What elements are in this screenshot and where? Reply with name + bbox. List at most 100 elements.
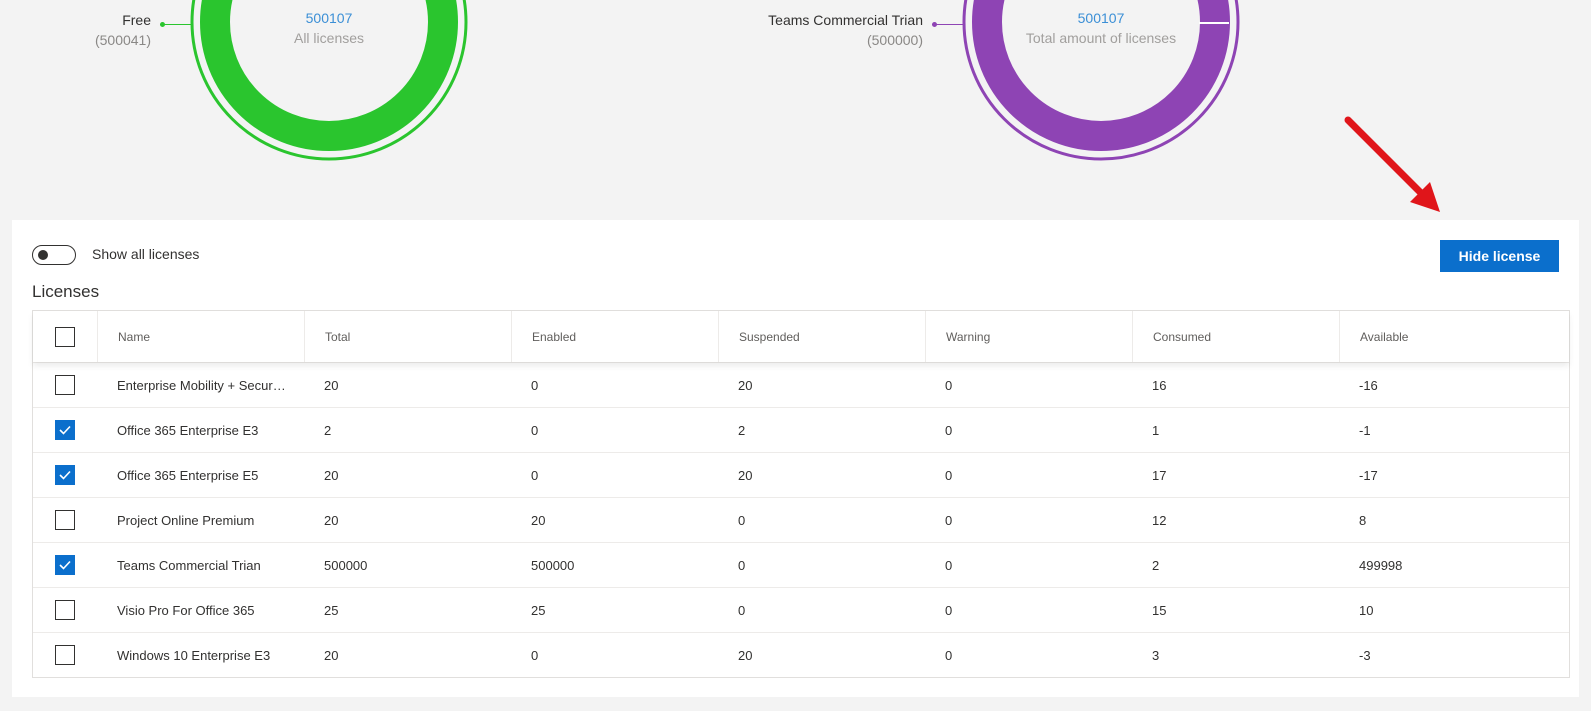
row-checkbox[interactable] (55, 555, 75, 575)
checkmark-icon (59, 425, 71, 435)
row-checkbox[interactable] (55, 420, 75, 440)
cell-consumed: 3 (1152, 647, 1160, 663)
row-checkbox[interactable] (55, 600, 75, 620)
row-checkbox[interactable] (55, 375, 75, 395)
cell-suspended: 20 (738, 647, 753, 663)
table-row[interactable]: Project Online Premium 20 20 0 0 12 8 (33, 497, 1569, 542)
cell-total: 2 (324, 422, 332, 438)
hide-license-button[interactable]: Hide license (1440, 240, 1559, 272)
cell-consumed: 2 (1152, 557, 1160, 573)
cell-name: Visio Pro For Office 365 (97, 588, 304, 632)
toggle-knob (38, 250, 48, 260)
column-header-total[interactable]: Total (304, 311, 511, 362)
license-name: Teams Commercial Trian (117, 557, 261, 573)
checkmark-icon (59, 560, 71, 570)
cell-suspended: 20 (738, 467, 753, 483)
select-all-cell (33, 311, 97, 362)
left-donut-value: 500107 (305, 10, 353, 26)
cell-name: Windows 10 Enterprise E3 (97, 633, 304, 677)
licenses-panel: Show all licenses Hide license Licenses … (12, 116, 1579, 697)
column-header-consumed[interactable]: Consumed (1132, 311, 1339, 362)
cell-suspended: 20 (738, 377, 753, 393)
checkmark-icon (59, 470, 71, 480)
right-donut-caption: Total amount of licenses (1025, 30, 1177, 46)
cell-enabled: 500000 (531, 557, 575, 573)
cell-enabled: 0 (531, 422, 539, 438)
table-row[interactable]: Office 365 Enterprise E5 20 0 20 0 17 -17 (33, 452, 1569, 497)
right-chart-legend: Teams Commercial Trian (500000) (720, 10, 923, 50)
cell-warning: 0 (945, 602, 953, 618)
cell-name: Project Online Premium (97, 498, 304, 542)
table-header: Name Total Enabled Suspended Warning Con… (33, 311, 1569, 362)
cell-name: Enterprise Mobility + Security E3 (97, 363, 304, 407)
cell-enabled: 20 (531, 512, 546, 528)
cell-consumed: 16 (1152, 377, 1167, 393)
licenses-table: Name Total Enabled Suspended Warning Con… (32, 310, 1570, 678)
row-select-cell (33, 633, 97, 677)
license-name: Office 365 Enterprise E3 (117, 422, 259, 438)
right-legend-connector (932, 22, 964, 27)
cell-warning: 0 (945, 377, 953, 393)
cell-total: 20 (324, 467, 339, 483)
left-legend-connector (160, 22, 192, 27)
cell-name: Office 365 Enterprise E5 (97, 453, 304, 497)
left-chart-legend: Free (500041) (60, 10, 151, 50)
cell-enabled: 25 (531, 602, 546, 618)
cell-enabled: 0 (531, 377, 539, 393)
table-row[interactable]: Enterprise Mobility + Security E3 20 0 20 0 1… (33, 362, 1569, 407)
row-select-cell (33, 498, 97, 542)
select-all-checkbox[interactable] (55, 326, 75, 347)
left-donut-caption: All licenses (293, 30, 365, 46)
left-legend-count: (500041) (94, 32, 151, 48)
cell-suspended: 0 (738, 512, 746, 528)
left-legend-name: Free (122, 12, 151, 28)
row-checkbox[interactable] (55, 465, 75, 485)
cell-consumed: 12 (1152, 512, 1167, 528)
cell-warning: 0 (945, 467, 953, 483)
row-select-cell (33, 408, 97, 452)
license-name: Office 365 Enterprise E5 (117, 467, 259, 483)
row-checkbox[interactable] (55, 510, 75, 530)
cell-total: 500000 (324, 557, 368, 573)
license-name: Visio Pro For Office 365 (117, 602, 255, 618)
left-donut-center: 500107 All licenses (199, 8, 459, 48)
cell-warning: 0 (945, 557, 953, 573)
cell-warning: 0 (945, 647, 953, 663)
section-title: Licenses (32, 282, 100, 301)
cell-total: 20 (324, 512, 339, 528)
table-row[interactable]: Teams Commercial Trian 500000 500000 0 0 2 499… (33, 542, 1569, 587)
cell-available: -17 (1359, 467, 1378, 483)
right-legend-count: (500000) (866, 32, 923, 48)
cell-consumed: 15 (1152, 602, 1167, 618)
column-header-enabled[interactable]: Enabled (511, 311, 718, 362)
column-header-warning[interactable]: Warning (925, 311, 1132, 362)
cell-available: 8 (1359, 512, 1367, 528)
show-all-licenses-label: Show all licenses (92, 246, 200, 262)
row-select-cell (33, 453, 97, 497)
cell-consumed: 1 (1152, 422, 1160, 438)
column-header-suspended[interactable]: Suspended (718, 311, 925, 362)
cell-available: 499998 (1359, 557, 1403, 573)
show-all-licenses-toggle[interactable] (32, 245, 76, 265)
cell-warning: 0 (945, 422, 953, 438)
cell-enabled: 0 (531, 467, 539, 483)
row-checkbox[interactable] (55, 645, 75, 665)
cell-available: -16 (1359, 377, 1378, 393)
column-header-available[interactable]: Available (1339, 311, 1569, 362)
cell-available: -3 (1359, 647, 1371, 663)
row-select-cell (33, 363, 97, 407)
table-row[interactable]: Visio Pro For Office 365 25 25 0 0 15 10 (33, 587, 1569, 632)
table-row[interactable]: Windows 10 Enterprise E3 20 0 20 0 3 -3 (33, 632, 1569, 677)
row-select-cell (33, 543, 97, 587)
table-row[interactable]: Office 365 Enterprise E3 2 0 2 0 1 -1 (33, 407, 1569, 452)
license-name: Project Online Premium (117, 512, 255, 528)
cell-enabled: 0 (531, 647, 539, 663)
cell-name: Office 365 Enterprise E3 (97, 408, 304, 452)
right-donut-value: 500107 (1077, 10, 1125, 26)
right-donut-center: 500107 Total amount of licenses (971, 8, 1231, 48)
cell-suspended: 0 (738, 557, 746, 573)
column-header-name[interactable]: Name (97, 311, 304, 362)
right-legend-name: Teams Commercial Trian (768, 12, 923, 28)
license-name: Windows 10 Enterprise E3 (117, 647, 271, 663)
cell-consumed: 17 (1152, 467, 1167, 483)
